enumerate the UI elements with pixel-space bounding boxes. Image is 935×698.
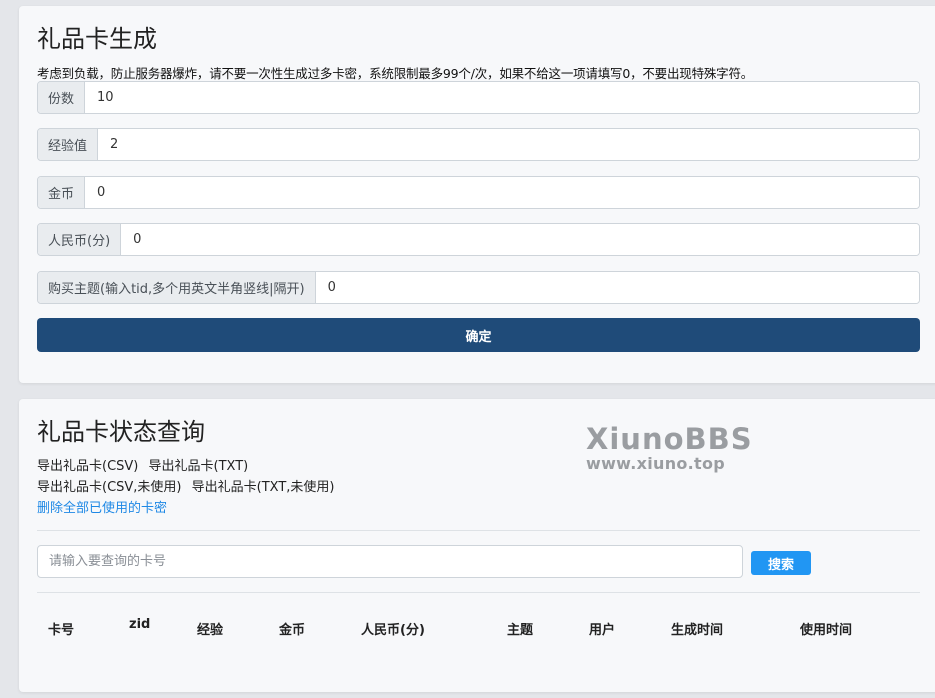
card-search-input[interactable] [37, 545, 743, 578]
field-theme-label: 购买主题(输入tid,多个用英文半角竖线|隔开) [38, 272, 316, 303]
divider-bottom [37, 592, 920, 593]
field-experience-label: 经验值 [38, 129, 99, 160]
th-gold: 金币 [279, 623, 306, 638]
field-experience: 经验值 [37, 128, 920, 161]
field-gold-input[interactable] [85, 177, 919, 208]
field-quantity-input[interactable] [85, 82, 919, 113]
field-rmb-input[interactable] [121, 224, 919, 255]
query-title: 礼品卡状态查询 [37, 418, 205, 446]
field-theme: 购买主题(输入tid,多个用英文半角竖线|隔开) [37, 271, 920, 304]
field-theme-input[interactable] [315, 272, 919, 303]
field-rmb-label: 人民币(分) [38, 224, 122, 255]
watermark-main: XiunoBBS [586, 422, 753, 456]
watermark-sub: www.xiuno.top [586, 454, 726, 473]
export-txt-link[interactable]: 导出礼品卡(TXT) [149, 459, 249, 474]
export-csv-link[interactable]: 导出礼品卡(CSV) [37, 459, 138, 474]
th-card-number: 卡号 [48, 623, 75, 638]
gift-card-generate-panel: 礼品卡生成 考虑到负载，防止服务器爆炸，请不要一次性生成过多卡密，系统限制最多9… [19, 6, 935, 383]
confirm-button[interactable]: 确定 [37, 318, 920, 352]
field-gold-label: 金币 [38, 177, 86, 208]
gift-card-query-panel: 礼品卡状态查询 导出礼品卡(CSV) 导出礼品卡(TXT) 导出礼品卡(CSV,… [19, 399, 935, 692]
field-gold: 金币 [37, 176, 920, 209]
xiunobbs-watermark: XiunoBBS www.xiuno.top [586, 425, 753, 472]
export-csv-unused-link[interactable]: 导出礼品卡(CSV,未使用) [37, 480, 182, 495]
divider-top [37, 530, 920, 531]
field-quantity: 份数 [37, 81, 920, 114]
export-txt-unused-link[interactable]: 导出礼品卡(TXT,未使用) [192, 480, 335, 495]
field-rmb: 人民币(分) [37, 223, 920, 256]
delete-links-row: 删除全部已使用的卡密 [37, 497, 173, 516]
generate-notice: 考虑到负载，防止服务器爆炸，请不要一次性生成过多卡密，系统限制最多99个/次，如… [37, 66, 754, 81]
th-theme: 主题 [507, 623, 534, 638]
field-quantity-label: 份数 [38, 82, 86, 113]
th-rmb: 人民币(分) [361, 623, 425, 638]
search-button[interactable]: 搜索 [751, 551, 811, 575]
export-links-row-1: 导出礼品卡(CSV) 导出礼品卡(TXT) [37, 455, 254, 474]
export-links-row-2: 导出礼品卡(CSV,未使用) 导出礼品卡(TXT,未使用) [37, 476, 340, 495]
generate-title: 礼品卡生成 [37, 25, 157, 53]
th-user: 用户 [589, 623, 616, 638]
th-experience: 经验 [197, 623, 224, 638]
th-used-time: 使用时间 [800, 623, 853, 638]
delete-used-link[interactable]: 删除全部已使用的卡密 [37, 501, 167, 516]
th-created-time: 生成时间 [671, 623, 724, 638]
field-experience-input[interactable] [98, 129, 919, 160]
th-zid: zid [129, 617, 151, 632]
